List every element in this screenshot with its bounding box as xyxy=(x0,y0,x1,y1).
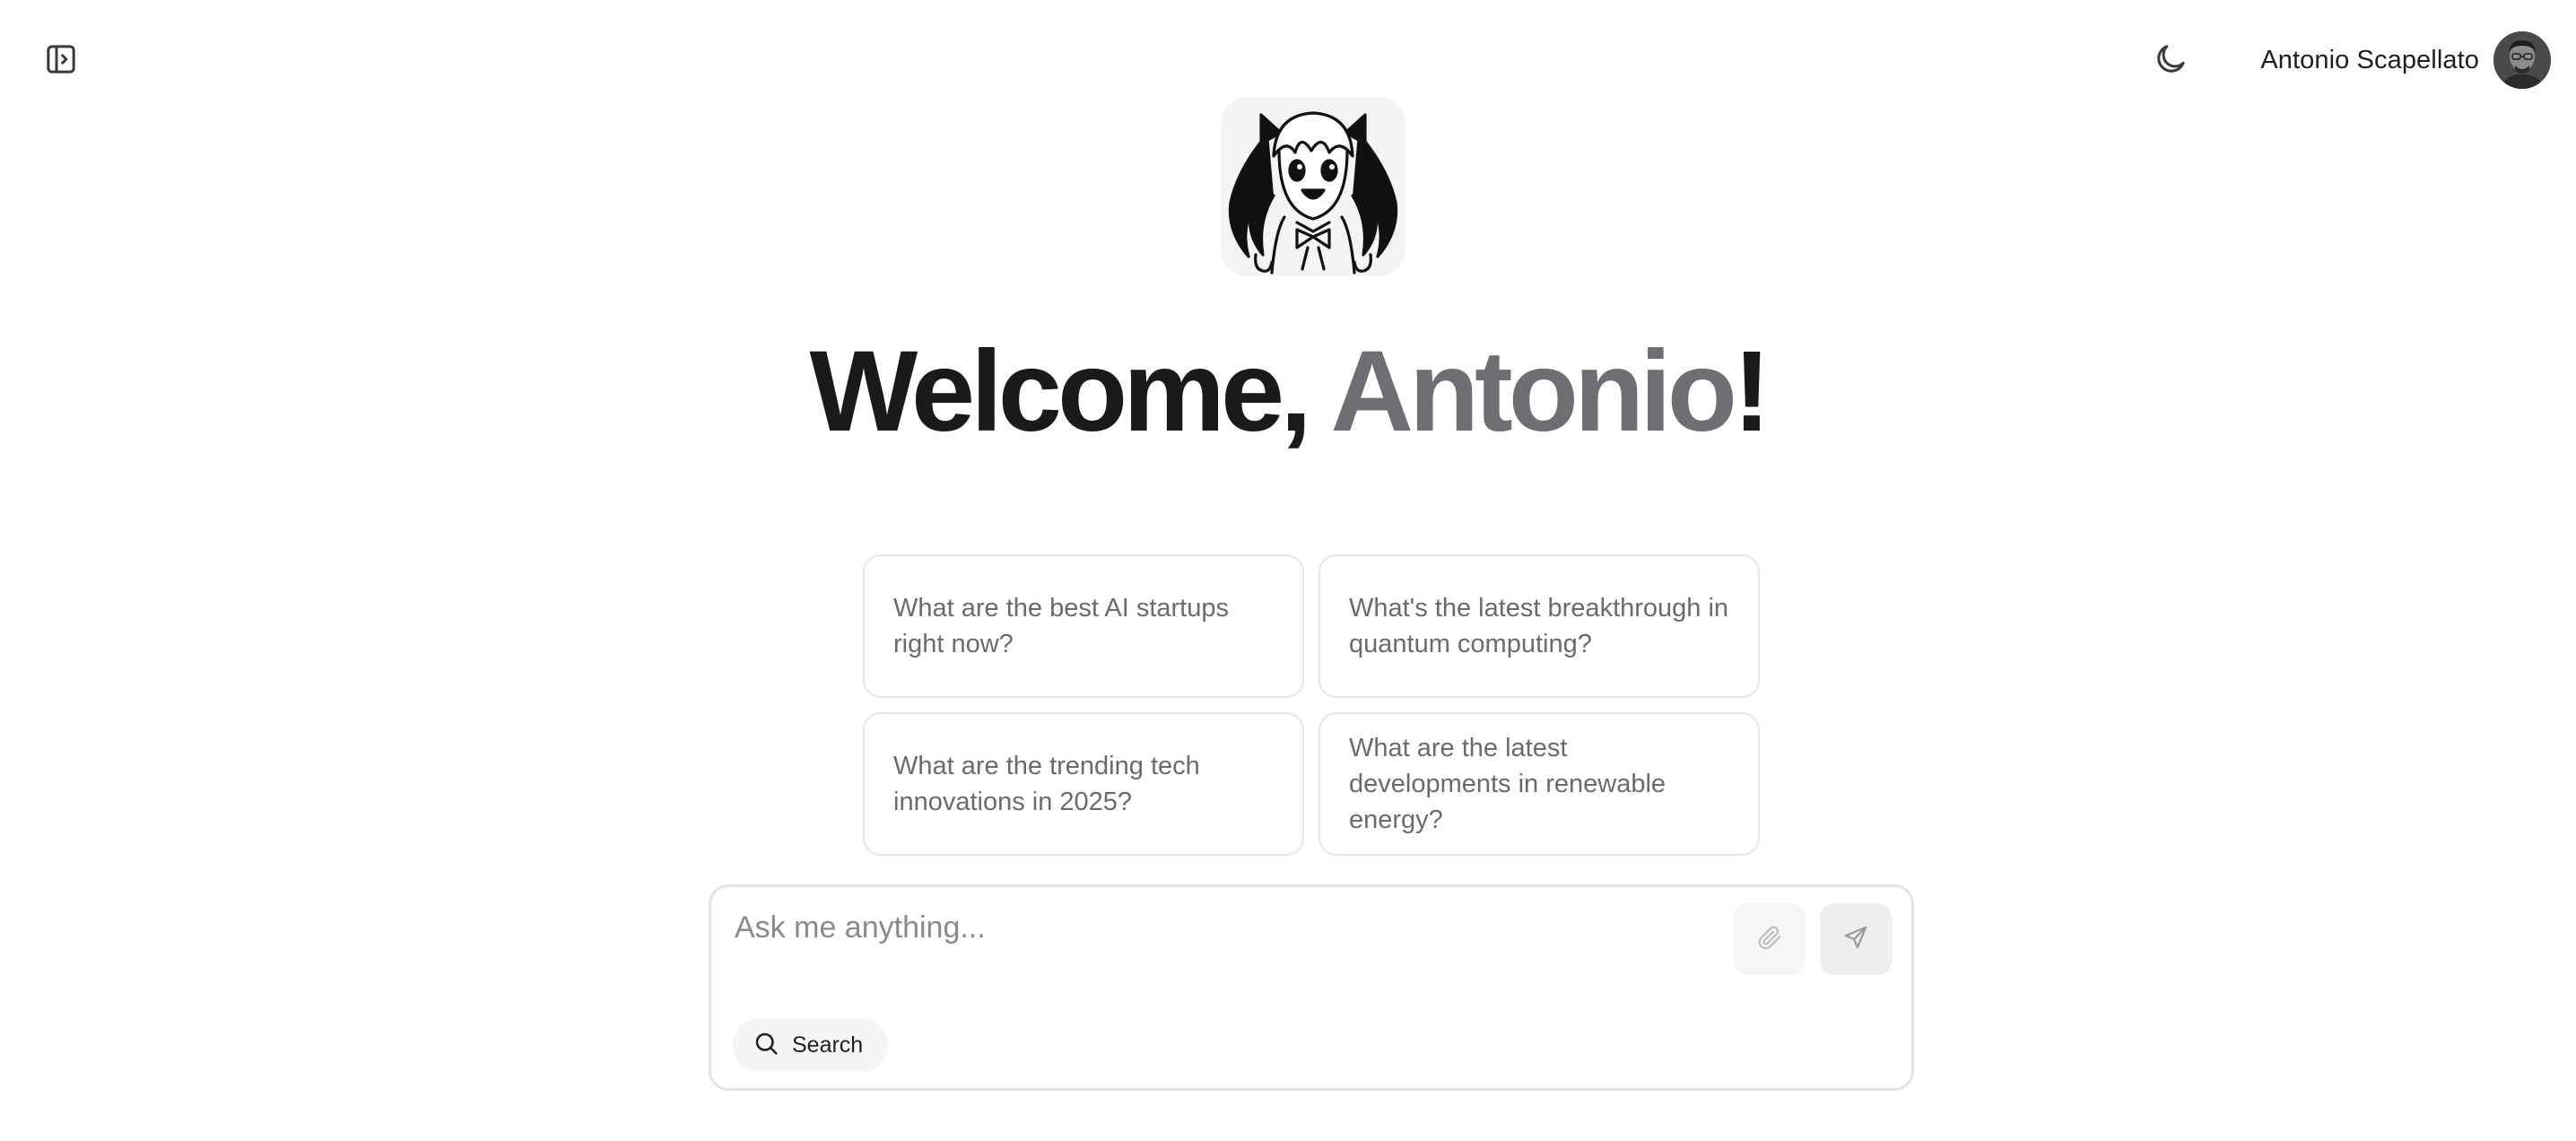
user-menu[interactable]: Antonio Scapellato xyxy=(2260,30,2551,90)
welcome-greeting: Welcome, xyxy=(809,327,1312,456)
search-toggle-label: Search xyxy=(792,1032,864,1058)
paperclip-icon xyxy=(1756,924,1783,955)
send-icon xyxy=(1842,924,1869,955)
theme-toggle-button[interactable] xyxy=(2147,38,2194,84)
suggestion-card-ai-startups[interactable]: What are the best AI startups right now? xyxy=(863,554,1304,698)
attach-button[interactable] xyxy=(1734,903,1806,975)
send-button[interactable] xyxy=(1820,903,1892,975)
welcome-exclamation: ! xyxy=(1732,327,1771,456)
suggestion-card-tech-innovations[interactable]: What are the trending tech innovations i… xyxy=(863,712,1304,856)
chat-composer: Search xyxy=(709,884,1914,1091)
chat-input[interactable] xyxy=(733,900,1705,955)
suggestion-grid: What are the best AI startups right now?… xyxy=(863,554,1760,856)
search-toggle-button[interactable]: Search xyxy=(733,1018,889,1072)
mascot-logo xyxy=(1222,97,1405,276)
suggestion-card-renewable-energy[interactable]: What are the latest developments in rene… xyxy=(1318,712,1760,856)
search-icon xyxy=(753,1030,779,1061)
sidebar-toggle-button[interactable] xyxy=(39,39,83,83)
user-name: Antonio Scapellato xyxy=(2260,45,2479,74)
avatar[interactable] xyxy=(2493,31,2551,89)
moon-icon xyxy=(2153,41,2189,82)
sidebar-toggle-icon xyxy=(43,41,79,82)
welcome-user-name: Antonio xyxy=(1330,327,1737,456)
welcome-heading: Welcome, Antonio! xyxy=(0,325,2576,459)
suggestion-card-quantum-computing[interactable]: What's the latest breakthrough in quantu… xyxy=(1318,554,1760,698)
